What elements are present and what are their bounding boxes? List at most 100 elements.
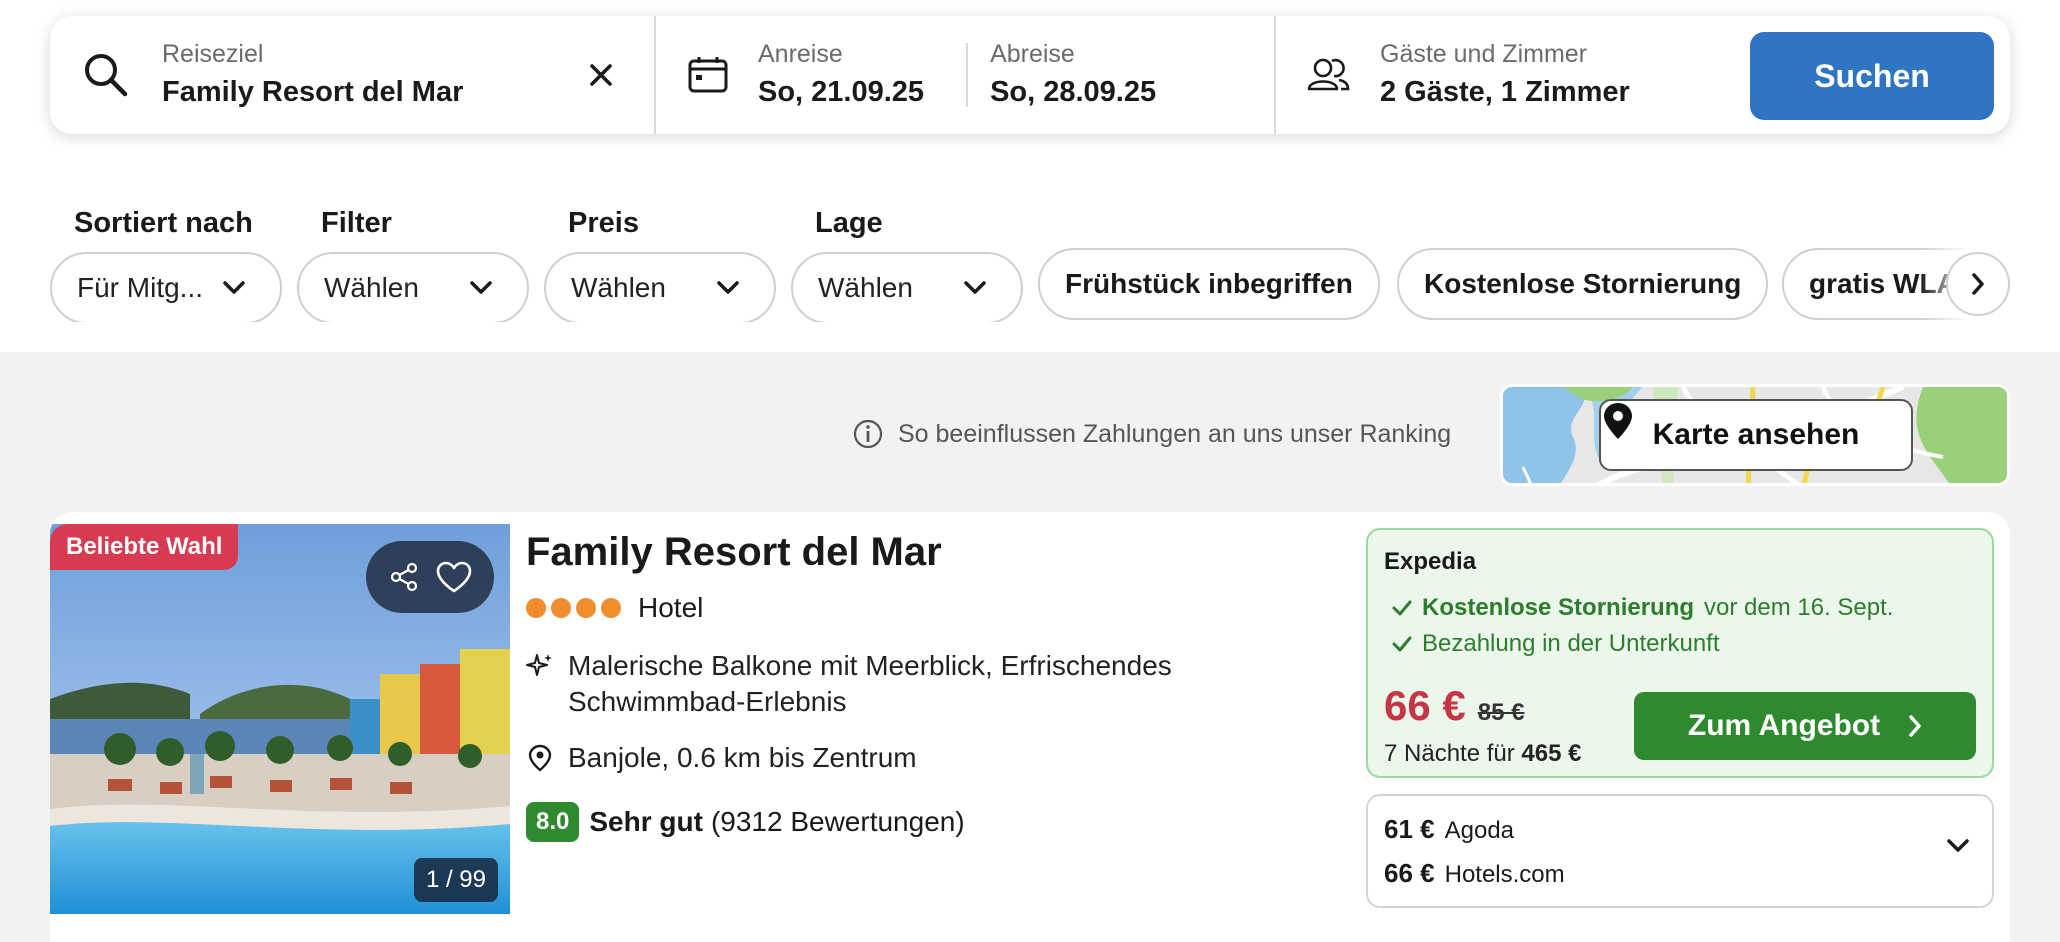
chips-next-button[interactable]	[1946, 252, 2010, 316]
chevron-down-icon[interactable]	[1946, 838, 1970, 854]
share-icon	[390, 562, 417, 592]
other-offers-box[interactable]: 61 € Agoda 66 € Hotels.com	[1366, 794, 1994, 908]
ranking-note-text[interactable]: So beeinflussen Zahlungen an uns unser R…	[898, 420, 1451, 449]
search-button[interactable]: Suchen	[1750, 32, 1994, 120]
location-text: Banjole, 0.6 km bis Zentrum	[568, 742, 917, 773]
chip-breakfast-included[interactable]: Frühstück inbegriffen	[1038, 248, 1380, 320]
results-area: So beeinflussen Zahlungen an uns unser R…	[0, 352, 2060, 942]
current-price: 66 €	[1384, 682, 1466, 729]
top-deal-box[interactable]: Expedia Kostenlose Stornierung vor dem 1…	[1366, 528, 1994, 778]
other-offer-row[interactable]: 61 € Agoda	[1384, 814, 1514, 845]
search-icon	[85, 54, 128, 97]
perk-pay-at-property: Bezahlung in der Unterkunft	[1392, 630, 1720, 658]
original-price: 85 €	[1477, 699, 1525, 726]
dates-segment: Anreise So, 21.09.25 Abreise So, 28.09.2…	[656, 16, 1276, 134]
hotel-photo[interactable]: Beliebte Wahl 1 / 99	[50, 524, 510, 914]
hotel-card[interactable]: Beliebte Wahl 1 / 99 Family Resort del M…	[50, 512, 2010, 942]
date-divider	[966, 43, 969, 107]
close-icon	[590, 64, 612, 86]
view-map-label: Karte ansehen	[1652, 418, 1860, 451]
view-map-button[interactable]: Karte ansehen	[1599, 399, 1913, 471]
photo-actions	[366, 541, 494, 613]
other-offer-price: 61 €	[1384, 814, 1435, 844]
location-filter-value: Wählen	[818, 272, 913, 303]
perk-free-cancellation-date: vor dem 16. Sept.	[1704, 594, 1894, 621]
ranking-note[interactable]: So beeinflussen Zahlungen an uns unser R…	[852, 418, 1451, 450]
price-filter-group: Preis Wählen	[544, 204, 776, 322]
map-preview[interactable]: Karte ansehen	[1500, 384, 2010, 486]
star-dot	[526, 598, 546, 618]
price-filter-label: Preis	[568, 207, 639, 239]
sort-value: Für Mitg...	[77, 272, 204, 303]
clear-destination-button[interactable]	[582, 56, 620, 94]
check-icon	[1392, 600, 1412, 616]
sort-filter-group: Sortiert nach Für Mitg...	[50, 204, 282, 322]
favorite-button[interactable]	[435, 560, 473, 594]
guests-value[interactable]: 2 Gäste, 1 Zimmer	[1380, 73, 1630, 111]
sparkle-icon	[526, 654, 552, 676]
filter-label: Filter	[321, 207, 392, 239]
sort-dropdown[interactable]: Für Mitg...	[50, 252, 282, 322]
other-offer-provider: Agoda	[1444, 817, 1515, 844]
features-line-1: Malerische Balkone mit Meerblick, Erfris…	[568, 650, 1172, 681]
location-pin-icon	[528, 744, 552, 772]
total-price-prefix: 7 Nächte für	[1384, 740, 1515, 767]
other-offer-provider: Hotels.com	[1444, 861, 1565, 888]
chevron-down-icon	[223, 281, 245, 294]
share-button[interactable]	[388, 561, 420, 593]
guests-icon	[1307, 58, 1350, 91]
checkin-field[interactable]: Anreise So, 21.09.25	[758, 39, 924, 111]
other-offer-row[interactable]: 66 € Hotels.com	[1384, 858, 1565, 889]
filter-group: Filter Wählen	[297, 204, 529, 322]
perk-free-cancellation: Kostenlose Stornierung vor dem 16. Sept.	[1392, 594, 1893, 622]
search-bar: Reiseziel Family Resort del Mar Anreise …	[50, 16, 2010, 134]
perk-pay-at-property-text: Bezahlung in der Unterkunft	[1422, 630, 1720, 657]
hotel-info: Family Resort del Mar Hotel Malerische B…	[526, 524, 1346, 842]
popular-choice-badge: Beliebte Wahl	[50, 524, 239, 570]
guests-field[interactable]: Gäste und Zimmer 2 Gäste, 1 Zimmer	[1380, 39, 1630, 111]
guests-segment[interactable]: Gäste und Zimmer 2 Gäste, 1 Zimmer	[1276, 16, 1746, 134]
location-filter-group: Lage Wählen	[791, 204, 1023, 322]
rating-label: Sehr gut	[589, 806, 703, 837]
info-icon	[853, 419, 883, 449]
hotel-name[interactable]: Family Resort del Mar	[526, 524, 1346, 580]
chip-free-cancellation[interactable]: Kostenlose Stornierung	[1397, 248, 1769, 320]
chevron-down-icon	[717, 281, 739, 294]
perk-free-cancellation-bold: Kostenlose Stornierung	[1422, 594, 1695, 621]
filter-dropdown[interactable]: Wählen	[297, 252, 529, 322]
price-dropdown[interactable]: Wählen	[544, 252, 776, 322]
checkout-label: Abreise	[990, 40, 1075, 68]
destination-value[interactable]: Family Resort del Mar	[162, 73, 463, 111]
hotel-type: Hotel	[638, 592, 704, 623]
review-count: (9312 Bewertungen)	[710, 806, 965, 837]
other-offer-price: 66 €	[1384, 858, 1435, 888]
location-dropdown[interactable]: Wählen	[791, 252, 1023, 322]
top-panel: Reiseziel Family Resort del Mar Anreise …	[0, 0, 2060, 352]
hotel-stars: Hotel	[526, 592, 1346, 624]
destination-field[interactable]: Reiseziel Family Resort del Mar	[162, 39, 463, 111]
checkout-field[interactable]: Abreise So, 28.09.25	[990, 39, 1156, 111]
checkout-value[interactable]: So, 28.09.25	[990, 73, 1156, 111]
checkin-value[interactable]: So, 21.09.25	[758, 73, 924, 111]
hotel-location: Banjole, 0.6 km bis Zentrum	[526, 742, 1346, 774]
destination-segment[interactable]: Reiseziel Family Resort del Mar	[50, 16, 656, 134]
total-price-amount: 465 €	[1521, 740, 1582, 767]
hotel-rating[interactable]: 8.0 Sehr gut (9312 Bewertungen)	[526, 802, 1346, 842]
map-pin-icon	[1604, 403, 1632, 439]
location-filter-label: Lage	[815, 207, 883, 239]
chevron-down-icon	[470, 281, 492, 294]
calendar-icon	[688, 57, 728, 93]
view-offer-label: Zum Angebot	[1687, 709, 1881, 742]
hotel-features: Malerische Balkone mit Meerblick, Erfris…	[526, 648, 1346, 720]
heart-icon	[436, 561, 471, 593]
sort-label: Sortiert nach	[74, 207, 253, 239]
filter-value: Wählen	[324, 272, 419, 303]
destination-label: Reiseziel	[162, 40, 264, 68]
filter-bar: Sortiert nach Für Mitg... Filter Wählen …	[50, 204, 2010, 322]
view-offer-button[interactable]: Zum Angebot	[1634, 692, 1976, 760]
chevron-right-icon	[1909, 715, 1921, 737]
chevron-down-icon	[964, 281, 986, 294]
star-dot	[601, 598, 621, 618]
photo-counter: 1 / 99	[413, 858, 498, 902]
checkin-label: Anreise	[758, 40, 843, 68]
